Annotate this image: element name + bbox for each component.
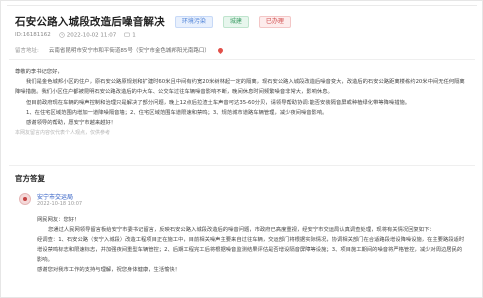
tag-status: 已办理	[258, 15, 291, 28]
reply-paragraph: 经调查：1、石安公路（安宁入城段）改造工程项目正在施工中，目前相关噪声主要来自过…	[37, 237, 465, 263]
reply-paragraph: 感谢您对我市工作的支持与理解，祝您身体健康，生活愉快！	[37, 267, 181, 273]
replier-avatar	[19, 193, 31, 205]
tag-field[interactable]: 城建	[222, 15, 249, 28]
official-reply: 安宁市交运局 2022-10-18 10:07 网民网友：您好！ 您通过人民网领…	[15, 189, 467, 295]
reply-body: 网民网友：您好！ 您通过人民网领导留言板给安宁市委书记留言，反映石安公路入城段改…	[37, 215, 465, 275]
section-divider	[9, 165, 475, 166]
title-row: 石安公路入城段改造后噪音解决 环境污染 城建 已办理	[15, 14, 291, 29]
post-meta: ID:16181162 2022-10-02 11:07 1	[15, 32, 136, 39]
replier-name[interactable]: 安宁市交运局	[37, 192, 73, 201]
post-body: 尊敬的李书记您好， 我们是金色城邦小区的住户，原石安公路原规划和扩建时60米且中…	[15, 67, 467, 138]
post-detail-page: 石安公路入城段改造后噪音解决 环境污染 城建 已办理 ID:16181162 2…	[0, 0, 483, 298]
post-title: 石安公路入城段改造后噪音解决	[15, 16, 165, 28]
clock-icon	[59, 32, 65, 38]
post-paragraph: 我们是金色城邦小区的住户，原石安公路原规划和扩建时60米且中间有约宽20米树林起…	[15, 79, 465, 96]
post-paragraph: 但目前政府现在车辆的噪声控制和治理只是解决了部分问题，晚上12点后拉渣土车声音可…	[26, 99, 411, 106]
comment-icon	[124, 32, 130, 37]
header-divider	[9, 59, 475, 60]
post-paragraph: 1、在住宅区域范围内增加一道降噪隔音墙；2、住宅区域范围车道限速和禁鸣；3、规范…	[26, 109, 328, 116]
post-location: 留言地址: 云南省昆明市安宁市和平街道85号（安宁市金色城邦阳光南路口）	[15, 46, 224, 54]
location-label: 留言地址:	[15, 48, 39, 54]
reply-time: 2022-10-18 10:07	[37, 201, 83, 207]
post-id: ID:16181162	[15, 32, 51, 38]
reply-greeting: 网民网友：您好！	[37, 217, 80, 223]
post-date: 2022-10-02 11:07	[59, 32, 117, 39]
post-footnote: 本网友留言内容仅代表个人观点，仅供参考	[15, 130, 111, 137]
top-divider	[7, 5, 477, 6]
reply-section-title: 官方答复	[15, 174, 45, 183]
tag-category[interactable]: 环境污染	[174, 15, 213, 28]
comment-count[interactable]: 1	[124, 32, 136, 39]
post-date-text: 2022-10-02 11:07	[66, 32, 117, 39]
map-pin-icon[interactable]	[216, 46, 224, 54]
location-address: 云南省昆明市安宁市和平街道85号（安宁市金色城邦阳光南路口）	[48, 48, 210, 54]
post-paragraph: 感谢领导的帮助，愿安宁市越来越好！	[26, 120, 117, 127]
post-greeting: 尊敬的李书记您好，	[15, 69, 63, 75]
reply-paragraph: 您通过人民网领导留言板给安宁市委书记留言，反映石安公路入城段改造后的噪音问题，市…	[48, 227, 435, 233]
comment-count-text: 1	[132, 32, 136, 39]
